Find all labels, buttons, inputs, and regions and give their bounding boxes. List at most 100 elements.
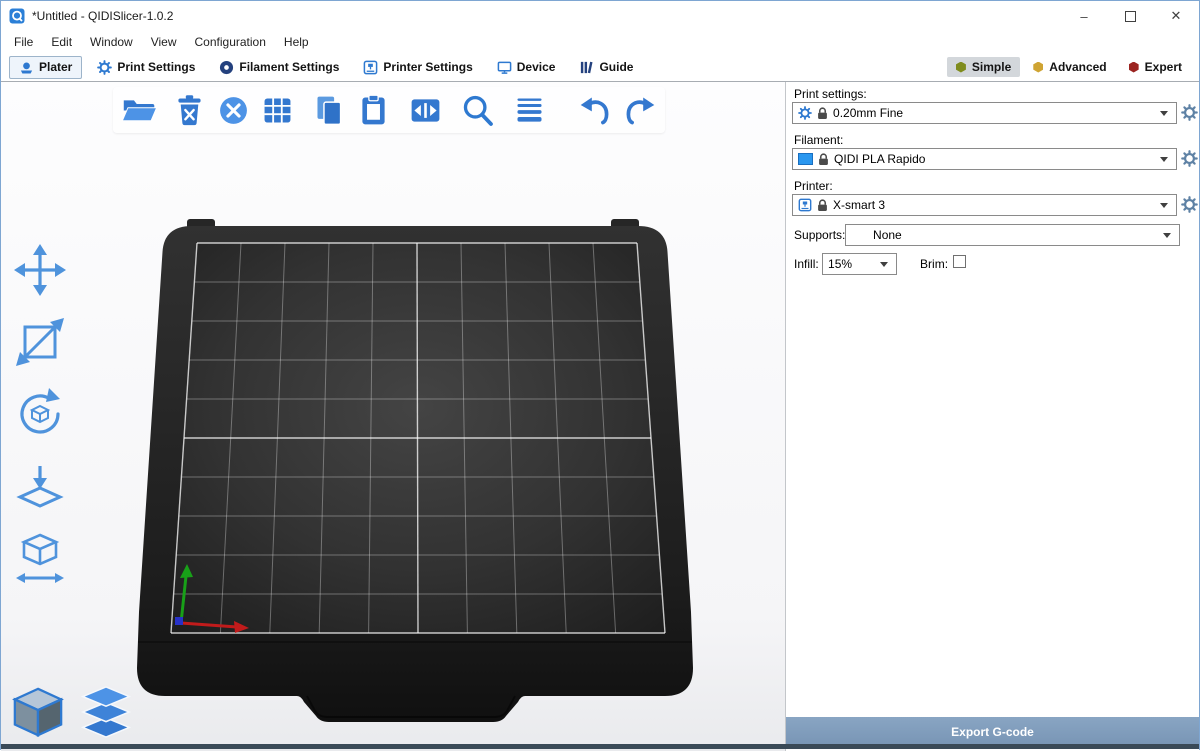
- main-area: Print settings: 0.20mm Fine Filament: QI…: [1, 82, 1199, 749]
- viewport-toolbar: [113, 87, 665, 133]
- print-settings-value: 0.20mm Fine: [833, 106, 903, 120]
- menu-configuration[interactable]: Configuration: [186, 32, 275, 52]
- chevron-down-icon: [1163, 233, 1171, 238]
- tab-label: Guide: [599, 60, 633, 74]
- undo-icon[interactable]: [573, 89, 617, 131]
- open-folder-icon[interactable]: [117, 89, 161, 131]
- scale-icon[interactable]: [11, 313, 69, 371]
- edit-printer-button[interactable]: [1181, 196, 1198, 213]
- lock-icon: [817, 107, 828, 120]
- filament-label: Filament:: [794, 133, 843, 147]
- maximize-button[interactable]: [1107, 1, 1153, 31]
- export-gcode-button[interactable]: Export G-code: [786, 717, 1199, 746]
- supports-combo[interactable]: None: [845, 224, 1180, 246]
- menu-view[interactable]: View: [142, 32, 186, 52]
- mode-simple[interactable]: Simple: [947, 57, 1020, 77]
- printer-combo[interactable]: X-smart 3: [792, 194, 1177, 216]
- bottom-strip: [1, 744, 1199, 749]
- print-settings-combo[interactable]: 0.20mm Fine: [792, 102, 1177, 124]
- tab-guide[interactable]: Guide: [570, 57, 642, 78]
- filament-spool-icon: [219, 60, 234, 75]
- menu-edit[interactable]: Edit: [42, 32, 81, 52]
- chevron-down-icon: [1160, 203, 1168, 208]
- arrange-icon[interactable]: [255, 89, 299, 131]
- redo-icon[interactable]: [617, 89, 661, 131]
- search-icon[interactable]: [455, 89, 499, 131]
- tab-printer-settings[interactable]: Printer Settings: [354, 57, 481, 78]
- print-settings-label: Print settings:: [794, 87, 867, 101]
- delete-all-icon[interactable]: [211, 89, 255, 131]
- expert-mode-dot-icon: [1129, 62, 1139, 73]
- mode-expert[interactable]: Expert: [1120, 57, 1191, 77]
- rotate-icon[interactable]: [11, 385, 69, 443]
- mode-label: Expert: [1145, 60, 1182, 74]
- printer-value: X-smart 3: [833, 198, 885, 212]
- infill-combo[interactable]: 15%: [822, 253, 897, 275]
- tab-device[interactable]: Device: [488, 57, 565, 78]
- filament-combo[interactable]: QIDI PLA Rapido: [792, 148, 1177, 170]
- delete-icon[interactable]: [167, 89, 211, 131]
- tab-plater[interactable]: Plater: [9, 56, 82, 79]
- infill-label: Infill:: [794, 257, 819, 271]
- guide-books-icon: [579, 60, 594, 75]
- title-bar: *Untitled - QIDISlicer-1.0.2 – ✕: [1, 1, 1199, 31]
- chevron-down-icon: [880, 262, 888, 267]
- sliced-preview-icon[interactable]: [79, 685, 133, 739]
- minimize-button[interactable]: –: [1061, 1, 1107, 31]
- gear-icon: [97, 60, 112, 75]
- menu-help[interactable]: Help: [275, 32, 318, 52]
- tab-print-settings[interactable]: Print Settings: [88, 57, 204, 78]
- printer-label: Printer:: [794, 179, 833, 193]
- settings-panel: Print settings: 0.20mm Fine Filament: QI…: [785, 82, 1199, 751]
- variable-layer-height-icon[interactable]: [507, 89, 551, 131]
- app-logo-icon: [9, 8, 25, 24]
- device-monitor-icon: [497, 60, 512, 75]
- view-toggle: [11, 685, 133, 739]
- advanced-mode-dot-icon: [1033, 62, 1043, 73]
- tab-label: Filament Settings: [239, 60, 339, 74]
- maximize-icon: [1125, 11, 1136, 22]
- tab-label: Plater: [39, 60, 72, 74]
- tab-filament-settings[interactable]: Filament Settings: [210, 57, 348, 78]
- edit-filament-button[interactable]: [1181, 150, 1198, 167]
- paste-icon[interactable]: [351, 89, 395, 131]
- printer-icon: [798, 198, 812, 212]
- filament-value: QIDI PLA Rapido: [834, 152, 925, 166]
- gizmo-toolbar: [11, 241, 69, 587]
- chevron-down-icon: [1160, 111, 1168, 116]
- window-controls: – ✕: [1061, 1, 1199, 31]
- tab-label: Print Settings: [117, 60, 195, 74]
- mode-label: Advanced: [1049, 60, 1106, 74]
- 3d-viewport[interactable]: [1, 82, 785, 751]
- supports-value: None: [851, 228, 902, 242]
- app-window: *Untitled - QIDISlicer-1.0.2 – ✕ File Ed…: [0, 0, 1200, 750]
- place-on-face-icon[interactable]: [11, 457, 69, 515]
- move-icon[interactable]: [11, 241, 69, 299]
- mode-label: Simple: [972, 60, 1011, 74]
- tab-label: Device: [517, 60, 556, 74]
- tab-label: Printer Settings: [383, 60, 472, 74]
- lock-icon: [818, 153, 829, 166]
- edit-print-settings-button[interactable]: [1181, 104, 1198, 121]
- close-button[interactable]: ✕: [1153, 1, 1199, 31]
- copy-icon[interactable]: [307, 89, 351, 131]
- filament-color-swatch: [798, 153, 813, 165]
- printer-icon: [363, 60, 378, 75]
- menu-bar: File Edit Window View Configuration Help: [1, 31, 1199, 53]
- supports-label: Supports:: [794, 228, 845, 242]
- split-objects-icon[interactable]: [403, 89, 447, 131]
- gear-icon: [798, 106, 812, 120]
- 3d-editor-view-icon[interactable]: [11, 685, 65, 739]
- plater-icon: [19, 60, 34, 75]
- menu-file[interactable]: File: [5, 32, 42, 52]
- measure-icon[interactable]: [11, 529, 69, 587]
- window-title: *Untitled - QIDISlicer-1.0.2: [32, 9, 173, 23]
- tab-bar: Plater Print Settings Filament Settings …: [1, 53, 1199, 82]
- brim-label: Brim:: [920, 257, 948, 271]
- simple-mode-dot-icon: [956, 62, 966, 73]
- mode-advanced[interactable]: Advanced: [1024, 57, 1115, 77]
- menu-window[interactable]: Window: [81, 32, 142, 52]
- print-bed[interactable]: [1, 82, 785, 751]
- mode-switcher: Simple Advanced Expert: [947, 57, 1191, 77]
- brim-checkbox[interactable]: [953, 255, 966, 268]
